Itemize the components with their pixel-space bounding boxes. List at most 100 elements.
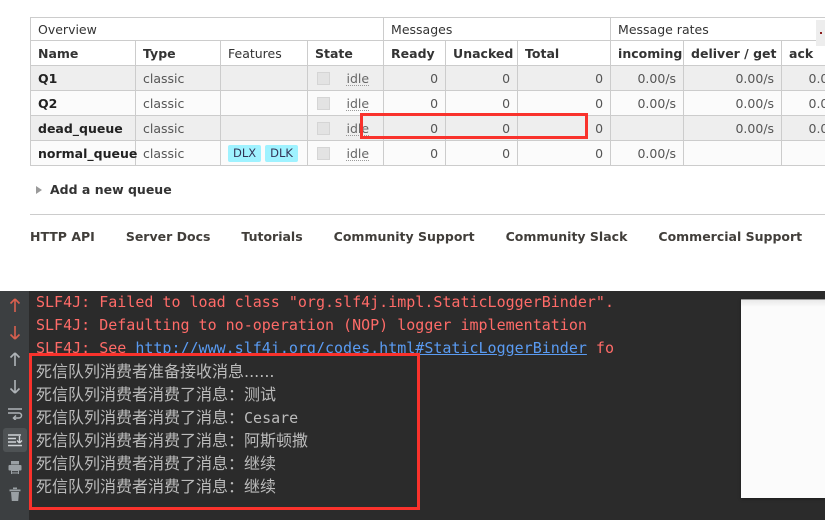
cell-queue-features xyxy=(220,115,308,141)
footer-link-community-slack[interactable]: Community Slack xyxy=(506,229,628,244)
cell-queue-state: idle xyxy=(306,90,385,116)
cell-total: 0 xyxy=(517,140,612,166)
cell-ready: 0 xyxy=(383,115,447,141)
table-row[interactable]: Q1 classic idle 0 0 0 0.00/s 0.00/s 0.00… xyxy=(30,65,825,91)
footer-link-http-api[interactable]: HTTP API xyxy=(30,229,95,244)
down-arrow-icon[interactable] xyxy=(3,374,27,398)
console-line: 死信队列消费者消费了消息：阿斯顿撒 xyxy=(36,431,309,450)
state-indicator-icon xyxy=(317,147,331,161)
console-line: SLF4J: Failed to load class "org.slf4j.i… xyxy=(36,293,614,311)
console-line: 死信队列消费者消费了消息：继续 xyxy=(36,477,277,496)
col-header-name[interactable]: Name xyxy=(30,40,136,66)
cell-ready: 0 xyxy=(383,90,447,116)
state-label: idle xyxy=(346,70,370,86)
col-header-ready[interactable]: Ready xyxy=(383,40,447,66)
cell-ack: 0.00/s xyxy=(781,115,825,141)
col-header-unacked[interactable]: Unacked xyxy=(445,40,519,66)
cell-queue-name[interactable]: dead_queue xyxy=(30,115,136,141)
console-line-prefix: SLF4J: See xyxy=(36,339,136,357)
add-new-queue-toggle[interactable]: Add a new queue xyxy=(36,182,172,197)
cell-ack: 0.00/s xyxy=(781,90,825,116)
table-overflow-stub xyxy=(816,20,825,46)
console-output[interactable]: SLF4J: Failed to load class "org.slf4j.i… xyxy=(29,291,825,520)
state-indicator-icon xyxy=(317,97,331,111)
console-toolbar xyxy=(0,291,29,520)
cell-incoming: 0.00/s xyxy=(610,65,685,91)
cell-queue-type: classic xyxy=(135,90,221,116)
group-header-messages: Messages xyxy=(383,17,612,41)
cell-incoming: 0.00/s xyxy=(610,90,685,116)
cell-queue-type: classic xyxy=(135,65,221,91)
queues-table: Overview Messages Message rates Name Typ… xyxy=(29,17,825,166)
footer-link-community-support[interactable]: Community Support xyxy=(334,229,475,244)
cell-queue-features: DLX DLK xyxy=(220,140,308,166)
overlay-panel xyxy=(741,299,825,498)
cell-incoming: 0.00/s xyxy=(610,140,685,166)
footer-link-tutorials[interactable]: Tutorials xyxy=(241,229,302,244)
cell-queue-name[interactable]: normal_queue xyxy=(30,140,137,166)
cell-queue-name[interactable]: Q1 xyxy=(30,65,136,91)
cell-deliver-get: 0.00/s xyxy=(683,90,783,116)
table-row[interactable]: Q2 classic idle 0 0 0 0.00/s 0.00/s 0.00… xyxy=(30,90,825,116)
cell-deliver-get xyxy=(683,140,783,166)
console-line: 死信队列消费者准备接收消息...... xyxy=(36,362,275,381)
cell-queue-state: idle xyxy=(306,140,385,166)
cell-unacked: 0 xyxy=(445,65,519,91)
cell-queue-features xyxy=(220,65,308,91)
col-header-features[interactable]: Features xyxy=(220,40,308,66)
cell-total: 0 xyxy=(517,90,612,116)
console-line-prefix: 死信队列消费者消费了消息： xyxy=(36,408,245,427)
trash-icon[interactable] xyxy=(3,482,27,506)
table-group-header-row: Overview Messages Message rates xyxy=(29,17,825,41)
console-line-suffix: fo xyxy=(586,339,614,357)
col-header-incoming[interactable]: incoming xyxy=(610,40,685,66)
cell-incoming xyxy=(610,115,685,141)
table-header-row: Name Type Features State Ready Unacked T… xyxy=(30,40,825,66)
cell-deliver-get: 0.00/s xyxy=(683,115,783,141)
state-indicator-icon xyxy=(317,72,331,86)
state-indicator-icon xyxy=(317,122,331,136)
col-header-total[interactable]: Total xyxy=(517,40,612,66)
cell-queue-name[interactable]: Q2 xyxy=(30,90,136,116)
console-line: 死信队列消费者消费了消息：Cesare xyxy=(29,406,825,429)
down-arrow-red-icon[interactable] xyxy=(3,320,27,344)
overflow-dot-icon xyxy=(820,32,822,34)
footer-link-server-docs[interactable]: Server Docs xyxy=(126,229,211,244)
cell-ready: 0 xyxy=(383,140,447,166)
console-line: 死信队列消费者消费了消息：继续 xyxy=(36,454,277,473)
scroll-to-end-icon[interactable] xyxy=(2,428,27,452)
col-header-state[interactable]: State xyxy=(306,40,385,66)
up-arrow-icon[interactable] xyxy=(3,347,27,371)
feature-badge-dlk[interactable]: DLK xyxy=(265,144,298,162)
state-label: idle xyxy=(346,120,370,136)
cell-ready: 0 xyxy=(383,65,447,91)
print-icon[interactable] xyxy=(3,455,27,479)
cell-queue-state: idle xyxy=(306,115,385,141)
console-line: SLF4J: Defaulting to no-operation (NOP) … xyxy=(36,316,587,334)
console-line: SLF4J: See http://www.slf4j.org/codes.ht… xyxy=(29,337,825,360)
footer-links: HTTP API Server Docs Tutorials Community… xyxy=(30,214,825,244)
state-label: idle xyxy=(346,145,370,161)
cell-unacked: 0 xyxy=(445,115,519,141)
col-header-type[interactable]: Type xyxy=(135,40,221,66)
cell-queue-type: classic xyxy=(135,115,221,141)
ide-console-panel: SLF4J: Failed to load class "org.slf4j.i… xyxy=(0,291,825,520)
group-header-overview: Overview xyxy=(29,17,385,41)
col-header-deliver-get[interactable]: deliver / get xyxy=(683,40,783,66)
cell-total: 0 xyxy=(517,115,612,141)
feature-badge-dlx[interactable]: DLX xyxy=(228,144,262,162)
state-label: idle xyxy=(346,95,370,111)
cell-deliver-get: 0.00/s xyxy=(683,65,783,91)
cell-total: 0 xyxy=(517,65,612,91)
soft-wrap-icon[interactable] xyxy=(3,401,27,425)
rabbitmq-management-page: Overview Messages Message rates Name Typ… xyxy=(0,0,825,291)
cell-unacked: 0 xyxy=(445,90,519,116)
console-link[interactable]: http://www.slf4j.org/codes.html#StaticLo… xyxy=(135,339,587,357)
footer-link-commercial-support[interactable]: Commercial Support xyxy=(658,229,802,244)
table-row[interactable]: dead_queue classic idle 0 0 0 0.00/s 0.0… xyxy=(30,115,825,141)
up-arrow-red-icon[interactable] xyxy=(3,293,27,317)
console-line-value: Cesare xyxy=(244,409,299,427)
table-row[interactable]: normal_queue classic DLX DLK idle 0 0 0 0… xyxy=(30,140,825,166)
cell-queue-state: idle xyxy=(306,65,385,91)
group-header-message-rates: Message rates xyxy=(610,17,825,41)
